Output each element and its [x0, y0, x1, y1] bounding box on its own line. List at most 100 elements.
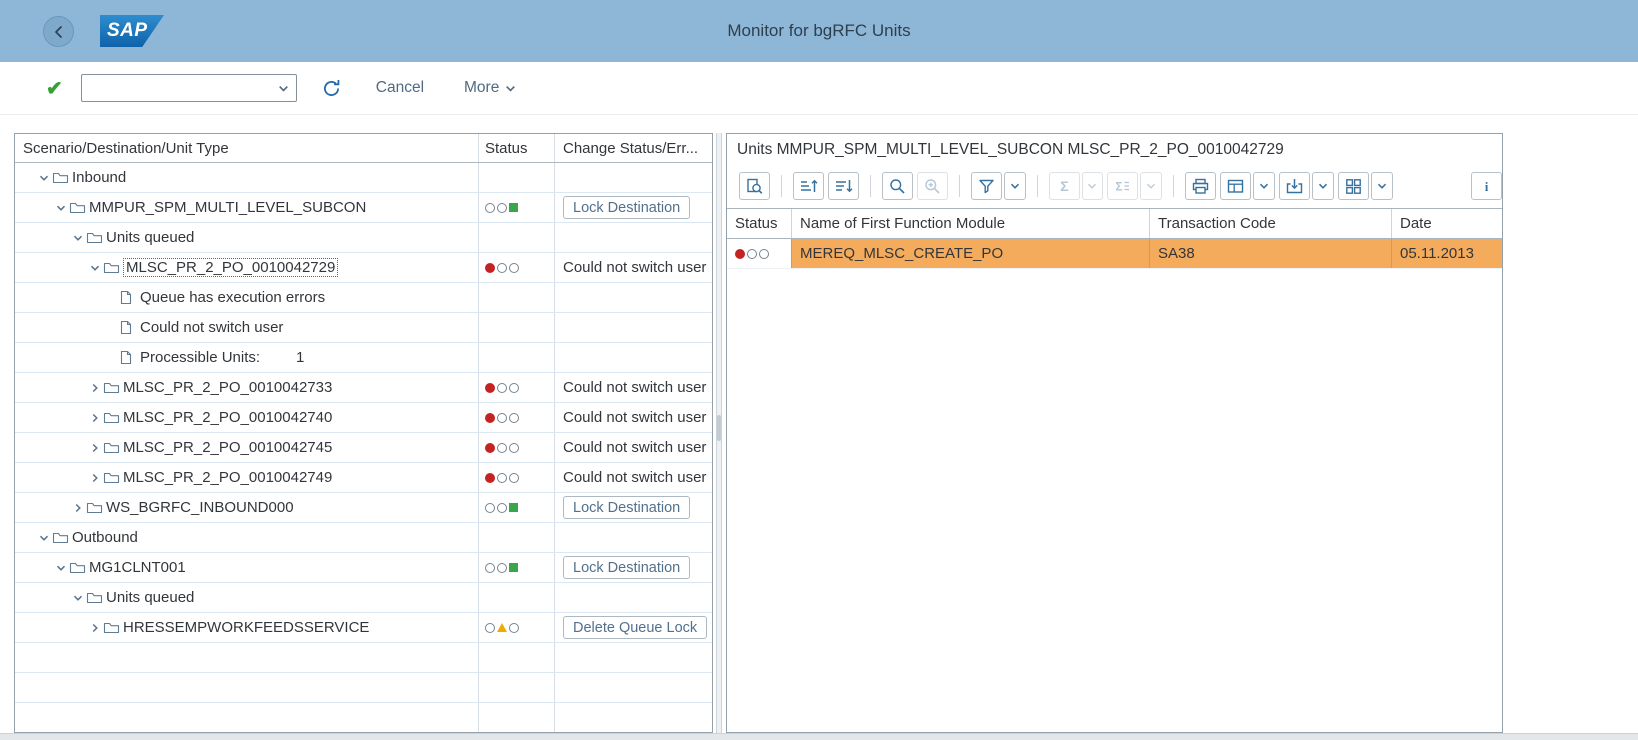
- tree-node-label[interactable]: HRESSEMPWORKFEEDSSERVICE: [123, 619, 369, 636]
- chevron-left-icon: [52, 25, 66, 39]
- chevron-down-icon[interactable]: [69, 592, 86, 604]
- layout-button[interactable]: [1338, 172, 1369, 200]
- views-dropdown-button[interactable]: [1253, 172, 1275, 200]
- back-button[interactable]: [43, 16, 74, 47]
- empty-row: [15, 703, 712, 733]
- tree-cell: Processible Units:1: [15, 349, 478, 366]
- command-input[interactable]: [88, 76, 272, 100]
- empty-row: [15, 643, 712, 673]
- tree-row[interactable]: MLSC_PR_2_PO_0010042729Could not switch …: [15, 253, 712, 283]
- more-button[interactable]: More: [458, 78, 523, 98]
- lock-destination-button[interactable]: Lock Destination: [563, 556, 690, 579]
- tree-row[interactable]: Outbound: [15, 523, 712, 553]
- transaction-code-cell[interactable]: SA38: [1149, 239, 1391, 268]
- chevron-down-icon[interactable]: [35, 532, 52, 544]
- status-icon: [509, 563, 518, 572]
- function-module-cell[interactable]: MEREQ_MLSC_CREATE_PO: [791, 239, 1149, 268]
- lock-destination-button[interactable]: Lock Destination: [563, 496, 690, 519]
- chevron-down-icon[interactable]: [35, 172, 52, 184]
- details-button[interactable]: [739, 172, 770, 200]
- chevron-right-icon[interactable]: [86, 472, 103, 484]
- layout-dropdown-button[interactable]: [1371, 172, 1393, 200]
- tree-row[interactable]: MLSC_PR_2_PO_0010042733Could not switch …: [15, 373, 712, 403]
- tree-row[interactable]: MLSC_PR_2_PO_0010042749Could not switch …: [15, 463, 712, 493]
- column-header-change-status: Change Status/Err...: [554, 134, 712, 162]
- tree-node-label[interactable]: Units queued: [106, 229, 194, 246]
- tree-cell: Units queued: [15, 589, 478, 606]
- tree-node-label[interactable]: WS_BGRFC_INBOUND000: [106, 499, 294, 516]
- tree-row[interactable]: Processible Units:1: [15, 343, 712, 373]
- tree-row[interactable]: HRESSEMPWORKFEEDSSERVICE Delete Queue Loc…: [15, 613, 712, 643]
- tree-row[interactable]: MLSC_PR_2_PO_0010042745Could not switch …: [15, 433, 712, 463]
- info-button[interactable]: i: [1471, 172, 1502, 200]
- chevron-down-icon[interactable]: [69, 232, 86, 244]
- info-icon: i: [1477, 177, 1496, 196]
- chevron-right-icon[interactable]: [69, 502, 86, 514]
- tree-node-label[interactable]: Queue has execution errors: [140, 289, 325, 306]
- page-title: Monitor for bgRFC Units: [0, 0, 1638, 62]
- sort-descending-button[interactable]: [828, 172, 859, 200]
- find-button[interactable]: [882, 172, 913, 200]
- column-header-status[interactable]: Status: [727, 209, 791, 238]
- tree-node-label[interactable]: Inbound: [72, 169, 126, 186]
- lock-destination-button[interactable]: Lock Destination: [563, 196, 690, 219]
- chevron-down-icon[interactable]: [52, 202, 69, 214]
- change-status-cell: [554, 703, 712, 732]
- filter-dropdown-button[interactable]: [1004, 172, 1026, 200]
- command-field[interactable]: [81, 74, 297, 102]
- tree-row[interactable]: MLSC_PR_2_PO_0010042740Could not switch …: [15, 403, 712, 433]
- tree-row[interactable]: Could not switch user: [15, 313, 712, 343]
- tree-node-label[interactable]: MG1CLNT001: [89, 559, 186, 576]
- tree-node-label[interactable]: MLSC_PR_2_PO_0010042749: [123, 469, 332, 486]
- export-button[interactable]: [1279, 172, 1310, 200]
- print-button[interactable]: [1185, 172, 1216, 200]
- filter-button[interactable]: [971, 172, 1002, 200]
- sort-ascending-button[interactable]: [793, 172, 824, 200]
- change-status-cell: Lock Destination: [554, 493, 712, 522]
- cancel-button[interactable]: Cancel: [370, 78, 430, 98]
- column-header-date[interactable]: Date: [1391, 209, 1502, 238]
- tree-node-label[interactable]: Could not switch user: [140, 319, 283, 336]
- date-cell[interactable]: 05.11.2013: [1391, 239, 1502, 268]
- status-icon: [497, 443, 507, 453]
- tree-node-label[interactable]: Outbound: [72, 529, 138, 546]
- status-icon: [509, 503, 518, 512]
- tree-node-label[interactable]: Units queued: [106, 589, 194, 606]
- folder-icon: [103, 621, 123, 635]
- tree-node-label[interactable]: Processible Units:: [140, 349, 260, 366]
- tree-row[interactable]: MMPUR_SPM_MULTI_LEVEL_SUBCON Lock Destina…: [15, 193, 712, 223]
- chevron-right-icon[interactable]: [86, 442, 103, 454]
- tree-row[interactable]: Queue has execution errors: [15, 283, 712, 313]
- tree-row[interactable]: Inbound: [15, 163, 712, 193]
- chevron-right-icon[interactable]: [86, 622, 103, 634]
- units-table-row[interactable]: MEREQ_MLSC_CREATE_POSA3805.11.2013: [727, 239, 1502, 269]
- chevron-right-icon[interactable]: [86, 412, 103, 424]
- column-header-transaction-code[interactable]: Transaction Code: [1149, 209, 1391, 238]
- views-button[interactable]: [1220, 172, 1251, 200]
- ok-check-icon[interactable]: ✔: [46, 76, 63, 101]
- chevron-down-icon[interactable]: [52, 562, 69, 574]
- chevron-down-icon[interactable]: [86, 262, 103, 274]
- column-header-function-module[interactable]: Name of First Function Module: [791, 209, 1149, 238]
- tree-node-label[interactable]: MLSC_PR_2_PO_0010042740: [123, 409, 332, 426]
- tree-node-label[interactable]: MLSC_PR_2_PO_0010042729: [123, 258, 338, 277]
- chevron-right-icon[interactable]: [86, 382, 103, 394]
- refresh-button[interactable]: [321, 78, 342, 99]
- tree-node-label[interactable]: MLSC_PR_2_PO_0010042733: [123, 379, 332, 396]
- chevron-down-icon[interactable]: [277, 82, 290, 100]
- splitter-grip-icon[interactable]: [717, 415, 721, 441]
- status-icon: [497, 503, 507, 513]
- tree-row[interactable]: MG1CLNT001 Lock Destination: [15, 553, 712, 583]
- tree-row[interactable]: Units queued: [15, 223, 712, 253]
- status-icon: [485, 623, 495, 633]
- tree-row[interactable]: WS_BGRFC_INBOUND000 Lock Destination: [15, 493, 712, 523]
- delete-queue-lock-button[interactable]: Delete Queue Lock: [563, 616, 707, 639]
- tree-node-label[interactable]: MMPUR_SPM_MULTI_LEVEL_SUBCON: [89, 199, 366, 216]
- panel-splitter[interactable]: [716, 133, 722, 733]
- tree-indent: [23, 237, 69, 238]
- tree-node-label[interactable]: MLSC_PR_2_PO_0010042745: [123, 439, 332, 456]
- export-dropdown-button[interactable]: [1312, 172, 1334, 200]
- status-icon: [497, 623, 507, 632]
- tree-row[interactable]: Units queued: [15, 583, 712, 613]
- status-cell: [478, 313, 554, 342]
